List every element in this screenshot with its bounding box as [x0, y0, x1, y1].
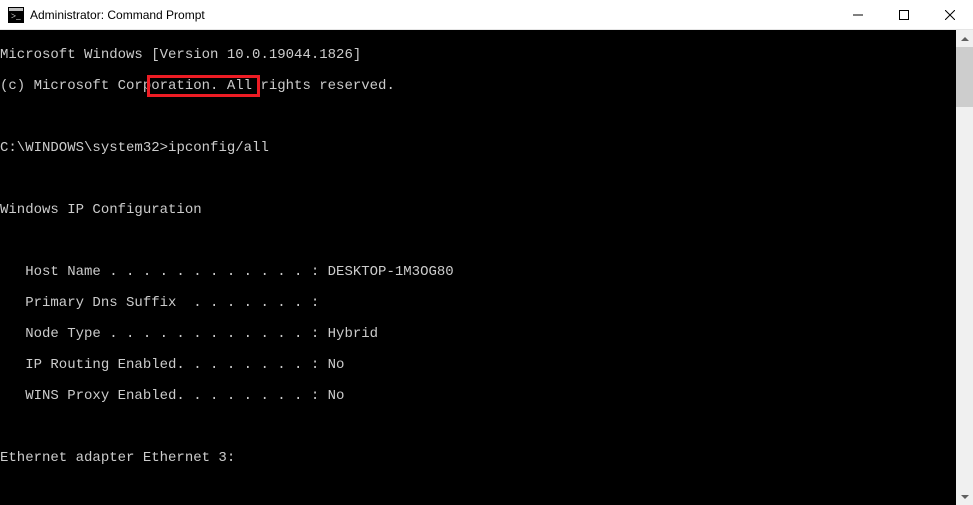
- blank: [0, 172, 956, 188]
- scroll-up-arrow[interactable]: [956, 30, 973, 47]
- window-controls: [835, 0, 973, 29]
- titlebar: >_ Administrator: Command Prompt: [0, 0, 973, 30]
- prompt-line: C:\WINDOWS\system32>ipconfig/all: [0, 141, 956, 157]
- prompt-path: C:\WINDOWS\system32: [0, 140, 160, 156]
- blank: [0, 110, 956, 126]
- version-line: Microsoft Windows [Version 10.0.19044.18…: [0, 48, 956, 64]
- wins-proxy: WINS Proxy Enabled. . . . . . . . : No: [0, 389, 956, 405]
- vertical-scrollbar[interactable]: [956, 30, 973, 505]
- command-text: ipconfig/all: [168, 140, 269, 156]
- section-ip-config: Windows IP Configuration: [0, 203, 956, 219]
- host-name: Host Name . . . . . . . . . . . . : DESK…: [0, 265, 956, 281]
- maximize-button[interactable]: [881, 0, 927, 29]
- blank: [0, 482, 956, 498]
- console-area: Microsoft Windows [Version 10.0.19044.18…: [0, 30, 973, 505]
- console-output[interactable]: Microsoft Windows [Version 10.0.19044.18…: [0, 30, 956, 505]
- cmd-icon: >_: [8, 7, 24, 23]
- blank: [0, 234, 956, 250]
- scroll-thumb[interactable]: [956, 47, 973, 107]
- ip-routing: IP Routing Enabled. . . . . . . . : No: [0, 358, 956, 374]
- minimize-button[interactable]: [835, 0, 881, 29]
- copyright-line: (c) Microsoft Corporation. All rights re…: [0, 79, 956, 95]
- scroll-down-arrow[interactable]: [956, 488, 973, 505]
- section-ethernet: Ethernet adapter Ethernet 3:: [0, 451, 956, 467]
- close-button[interactable]: [927, 0, 973, 29]
- node-type: Node Type . . . . . . . . . . . . : Hybr…: [0, 327, 956, 343]
- window-title: Administrator: Command Prompt: [30, 8, 835, 22]
- blank: [0, 420, 956, 436]
- svg-text:>_: >_: [11, 11, 21, 21]
- primary-dns-suffix: Primary Dns Suffix . . . . . . . :: [0, 296, 956, 312]
